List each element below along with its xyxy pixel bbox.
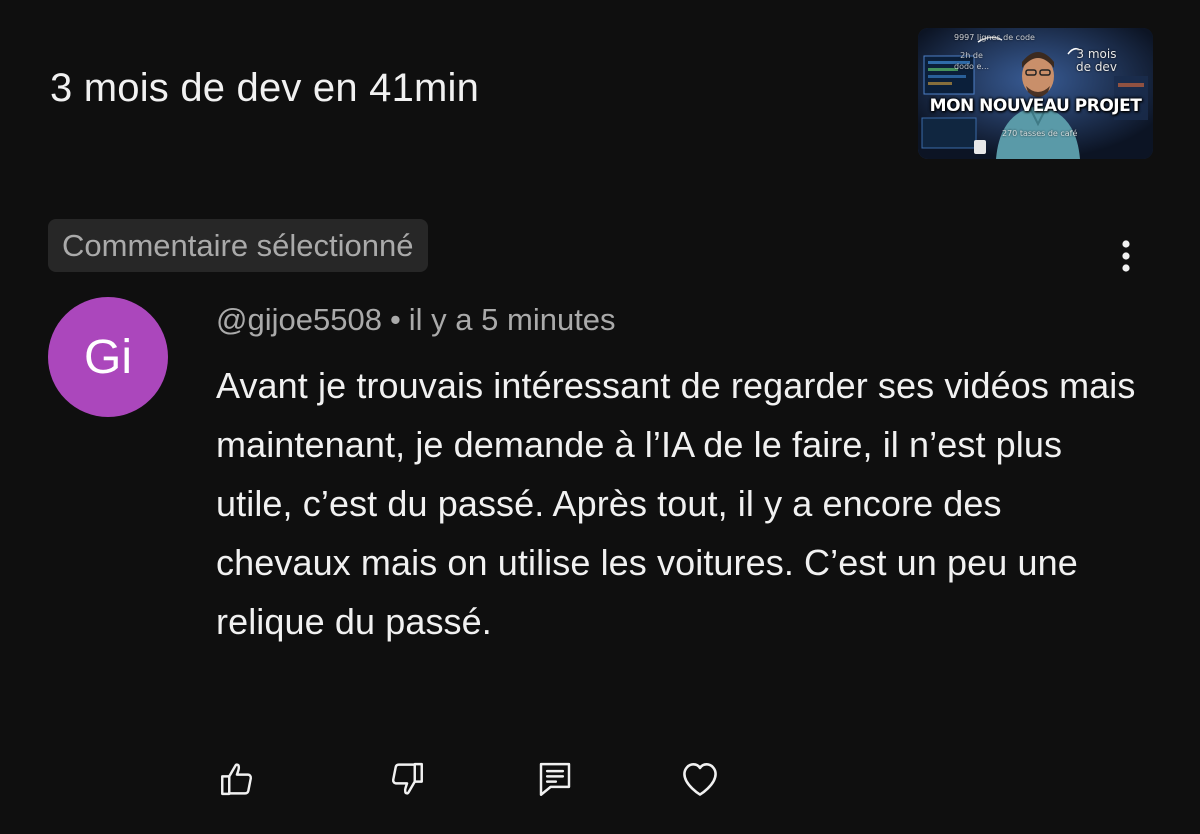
dislike-button[interactable] <box>382 755 430 803</box>
comment-text: Avant je trouvais intéressant de regarde… <box>216 365 1136 642</box>
heart-button[interactable] <box>676 755 724 803</box>
meta-separator: • <box>389 302 401 337</box>
thumbnail-headline: MON NOUVEAU PROJET <box>929 96 1142 116</box>
thumbs-up-icon <box>221 763 253 796</box>
selected-comment-label: Commentaire sélectionné <box>62 227 414 263</box>
thumbnail-text-sleep: 2h de dodo e... <box>954 51 990 71</box>
video-title: 3 mois de dev en 41min <box>50 66 480 110</box>
thumbs-down-icon <box>391 762 423 795</box>
avatar-initials: Gi <box>84 330 132 384</box>
comment-timestamp: il y a 5 minutes <box>408 302 616 337</box>
video-thumbnail[interactable]: 9997 lignes de code 2h de dodo e... 3 moi… <box>918 28 1153 159</box>
like-button[interactable] <box>214 755 262 803</box>
selected-comment-chip: Commentaire sélectionné <box>48 219 428 272</box>
thumbnail-text-lines-of-code: 9997 lignes de code <box>954 33 1035 42</box>
comment-meta: @gijoe5508 • il y a 5 minutes <box>216 302 616 338</box>
more-options-button[interactable] <box>1108 234 1144 278</box>
thumbnail-text-coffee: 270 tasses de café <box>1002 129 1078 138</box>
avatar[interactable]: Gi <box>48 297 168 417</box>
reply-icon <box>539 762 571 796</box>
heart-icon <box>683 763 717 796</box>
thumbnail-text-months: 3 mois de dev <box>1076 47 1117 74</box>
more-vertical-icon <box>1122 240 1130 272</box>
comment-author[interactable]: @gijoe5508 <box>216 302 382 337</box>
thumbnail-scene <box>918 28 1153 159</box>
reply-button[interactable] <box>531 755 579 803</box>
